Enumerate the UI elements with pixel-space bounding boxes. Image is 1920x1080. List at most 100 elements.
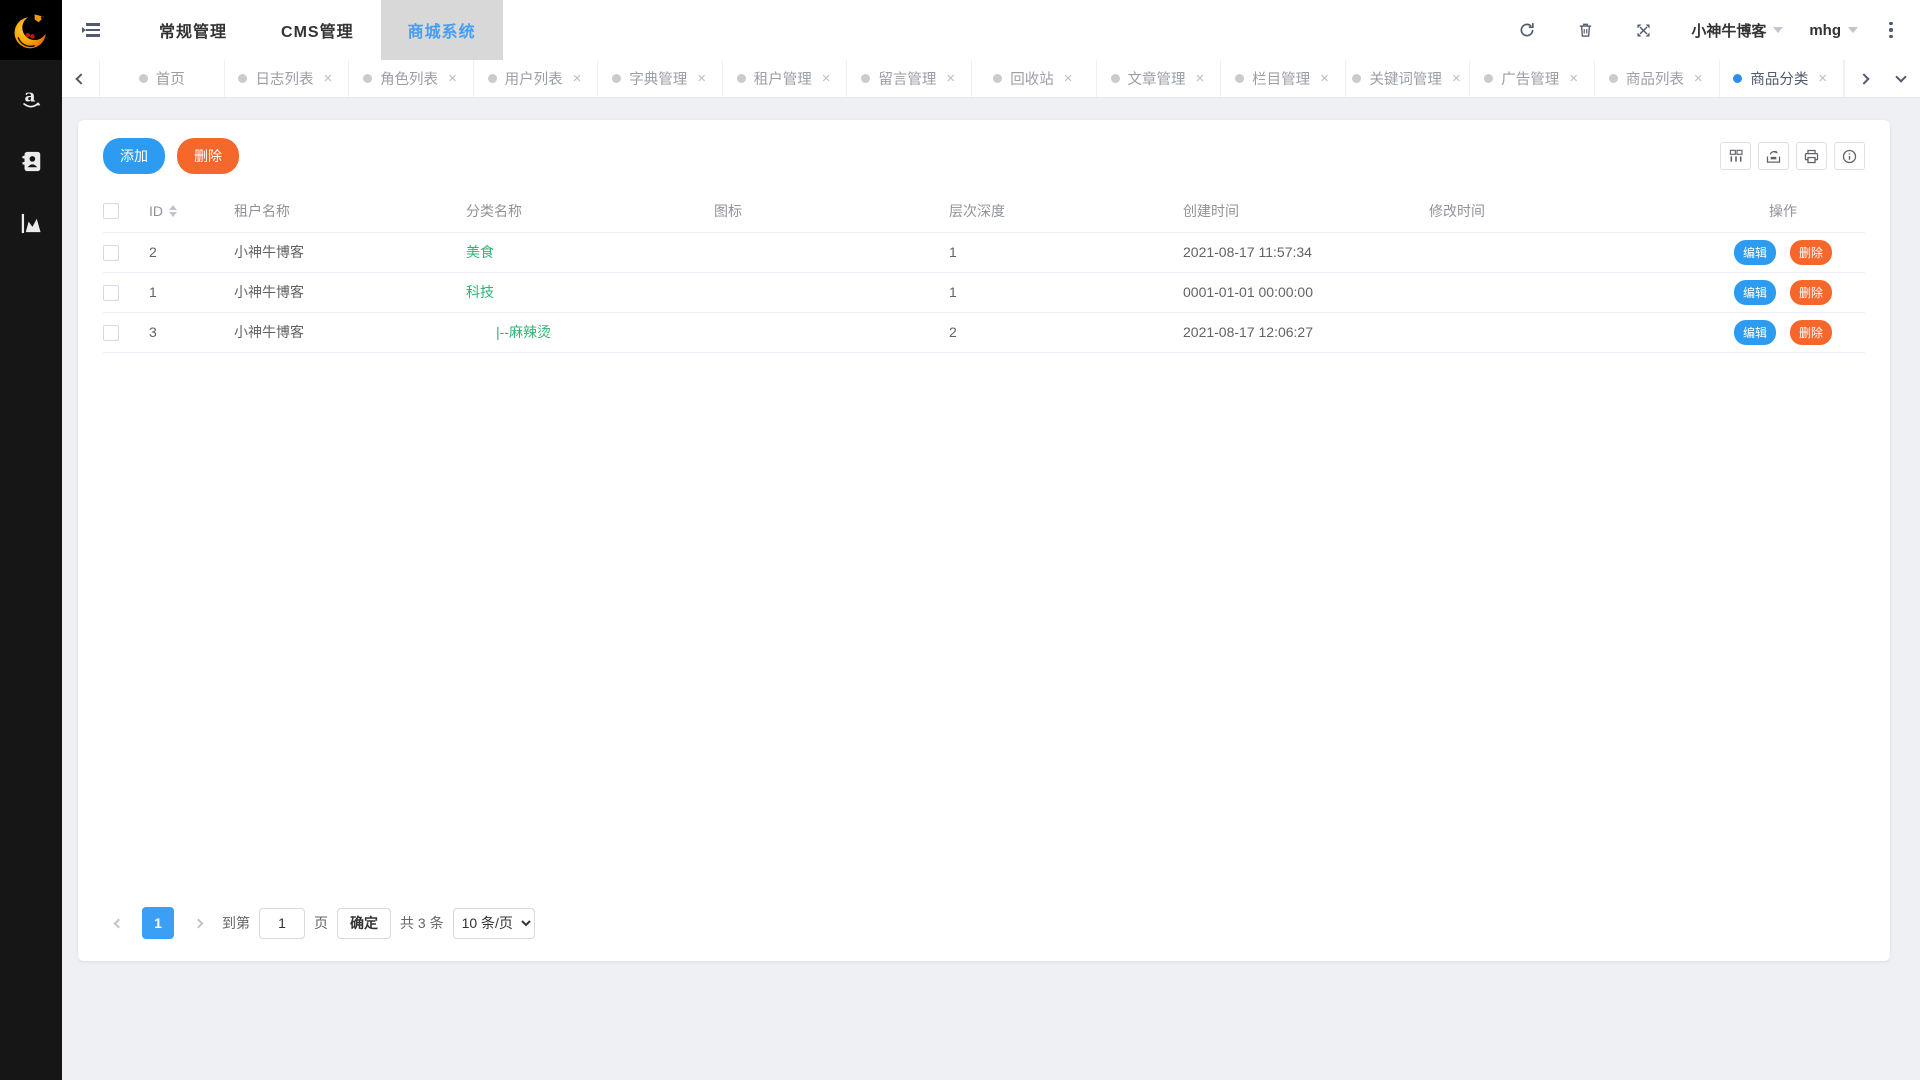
tab[interactable]: 用户列表 ×: [474, 60, 599, 97]
tab-label: 商品列表: [1626, 68, 1684, 89]
tab-close-icon[interactable]: ×: [820, 70, 833, 87]
tenant-dropdown[interactable]: 小神牛博客: [1691, 20, 1783, 41]
edit-button[interactable]: 编辑: [1734, 320, 1776, 345]
tab[interactable]: 商品列表 ×: [1595, 60, 1720, 97]
tabs-scroll-left-button[interactable]: [62, 60, 100, 97]
refresh-icon: [1518, 21, 1536, 39]
tab-label: 留言管理: [878, 68, 936, 89]
category-link[interactable]: 美食: [466, 244, 494, 260]
nav-menu-item[interactable]: CMS管理: [254, 0, 381, 60]
sidebar-item-amazon[interactable]: a: [11, 82, 51, 116]
sort-icon[interactable]: [169, 205, 177, 217]
refresh-button[interactable]: [1505, 0, 1549, 60]
navbar-right: 小神牛博客 mhg: [1491, 0, 1920, 60]
export-button[interactable]: [1758, 142, 1789, 170]
category-link[interactable]: 科技: [466, 284, 494, 300]
tab[interactable]: 回收站 ×: [972, 60, 1097, 97]
panel-toolbar: 添加 删除: [103, 138, 1865, 174]
clear-cache-button[interactable]: [1563, 0, 1607, 60]
fullscreen-button[interactable]: [1621, 0, 1665, 60]
tab-dot-icon: [612, 74, 621, 83]
cell-depth: 1: [941, 232, 1175, 272]
tab[interactable]: 首页: [100, 60, 225, 97]
tab-close-icon[interactable]: ×: [1692, 70, 1705, 87]
tab[interactable]: 字典管理 ×: [598, 60, 723, 97]
more-menu-button[interactable]: [1876, 0, 1906, 60]
page-number-button[interactable]: 1: [142, 907, 174, 939]
tabs-scroll-right-button[interactable]: [1844, 60, 1882, 97]
nav-menu-item[interactable]: 常规管理: [132, 0, 254, 60]
svg-text:a: a: [25, 87, 36, 107]
tab-close-icon[interactable]: ×: [944, 70, 957, 87]
tab-label: 栏目管理: [1252, 68, 1310, 89]
delete-button[interactable]: 删除: [1790, 240, 1832, 265]
goto-page-input[interactable]: [259, 908, 305, 939]
tab[interactable]: 关键词管理 ×: [1346, 60, 1471, 97]
tab[interactable]: 广告管理 ×: [1470, 60, 1595, 97]
user-name: mhg: [1809, 22, 1841, 39]
row-checkbox[interactable]: [103, 285, 119, 301]
cell-tenant: 小神牛博客: [226, 272, 458, 312]
column-header-created: 创建时间: [1175, 190, 1421, 232]
next-page-button[interactable]: [183, 908, 213, 938]
collapse-sidebar-button[interactable]: [62, 0, 120, 60]
add-button[interactable]: 添加: [103, 138, 165, 174]
brand-logo[interactable]: [0, 0, 62, 60]
tab-close-icon[interactable]: ×: [446, 70, 459, 87]
tab-close-icon[interactable]: ×: [1816, 70, 1829, 87]
tab-close-icon[interactable]: ×: [571, 70, 584, 87]
tab-close-icon[interactable]: ×: [1318, 70, 1331, 87]
tab-bar: 首页 日志列表 × 角色列表 × 用户列表 × 字典管理 × 租户管理 × 留言…: [62, 60, 1920, 98]
tab[interactable]: 留言管理 ×: [847, 60, 972, 97]
column-header-id[interactable]: ID: [141, 190, 226, 232]
table-row: 2 小神牛博客 美食 1 2021-08-17 11:57:34 编辑 删除: [103, 232, 1865, 272]
goto-confirm-button[interactable]: 确定: [337, 908, 391, 939]
sidebar-item-contacts[interactable]: [11, 144, 51, 178]
chevron-left-icon: [113, 918, 123, 928]
row-checkbox[interactable]: [103, 245, 119, 261]
tab[interactable]: 角色列表 ×: [349, 60, 474, 97]
tab-list: 首页 日志列表 × 角色列表 × 用户列表 × 字典管理 × 租户管理 × 留言…: [100, 60, 1844, 97]
batch-delete-button[interactable]: 删除: [177, 138, 239, 174]
print-button[interactable]: [1796, 142, 1827, 170]
tab-close-icon[interactable]: ×: [1194, 70, 1207, 87]
delete-button[interactable]: 删除: [1790, 320, 1832, 345]
sidebar-item-stats[interactable]: [11, 206, 51, 240]
tab-label: 用户列表: [505, 68, 563, 89]
tab[interactable]: 文章管理 ×: [1097, 60, 1222, 97]
tab-dot-icon: [737, 74, 746, 83]
tab[interactable]: 租户管理 ×: [723, 60, 848, 97]
tabs-menu-button[interactable]: [1882, 60, 1920, 97]
row-checkbox[interactable]: [103, 325, 119, 341]
tab-close-icon[interactable]: ×: [321, 70, 334, 87]
cell-created: 0001-01-01 00:00:00: [1175, 272, 1421, 312]
tab-close-icon[interactable]: ×: [1062, 70, 1075, 87]
select-all-checkbox[interactable]: [103, 203, 119, 219]
cell-icon: [706, 272, 941, 312]
prev-page-button[interactable]: [103, 908, 133, 938]
export-icon: [1765, 148, 1782, 165]
user-dropdown[interactable]: mhg: [1809, 22, 1858, 39]
page-size-select[interactable]: 10 条/页: [453, 908, 535, 939]
tab-label: 租户管理: [754, 68, 812, 89]
tab[interactable]: 栏目管理 ×: [1221, 60, 1346, 97]
category-link[interactable]: |--麻辣烫: [466, 322, 551, 342]
tab[interactable]: 日志列表 ×: [225, 60, 350, 97]
edit-button[interactable]: 编辑: [1734, 280, 1776, 305]
tab-close-icon[interactable]: ×: [1450, 70, 1463, 87]
nav-menu-item[interactable]: 商城系统: [381, 0, 503, 60]
tab-close-icon[interactable]: ×: [695, 70, 708, 87]
edit-button[interactable]: 编辑: [1734, 240, 1776, 265]
tab[interactable]: 商品分类 ×: [1720, 60, 1844, 97]
delete-button[interactable]: 删除: [1790, 280, 1832, 305]
tenant-name: 小神牛博客: [1691, 20, 1766, 41]
chevron-left-icon: [75, 73, 86, 84]
pagination: 1 到第 页 确定 共 3 条 10 条/页: [103, 903, 1865, 945]
tab-close-icon[interactable]: ×: [1567, 70, 1580, 87]
tab-label: 字典管理: [629, 68, 687, 89]
tab-label: 日志列表: [255, 68, 313, 89]
tab-label: 商品分类: [1750, 68, 1808, 89]
info-button[interactable]: [1834, 142, 1865, 170]
tab-dot-icon: [1352, 74, 1361, 83]
columns-setting-button[interactable]: [1720, 142, 1751, 170]
